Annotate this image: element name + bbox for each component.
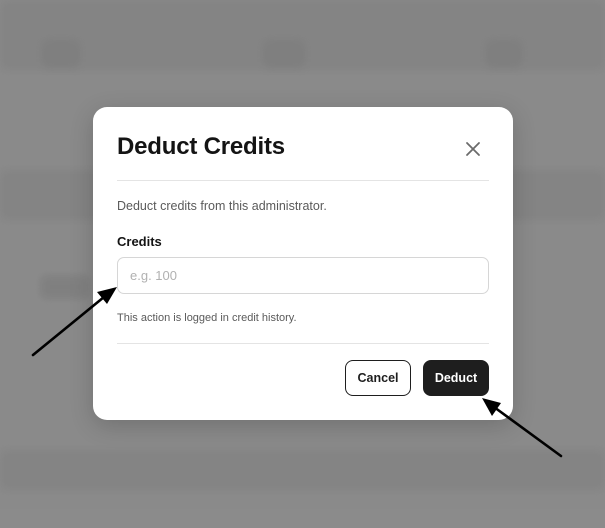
credits-hint: This action is logged in credit history. (117, 312, 297, 324)
deduct-credits-dialog: Deduct Credits Deduct credits from this … (93, 107, 513, 420)
credits-label: Credits (117, 234, 162, 249)
cancel-button[interactable]: Cancel (345, 360, 411, 396)
header-divider (117, 180, 489, 181)
deduct-button[interactable]: Deduct (423, 360, 489, 396)
close-button[interactable] (461, 137, 485, 161)
dialog-title: Deduct Credits (117, 133, 285, 160)
footer-divider (117, 343, 489, 344)
close-icon (466, 142, 480, 156)
credits-input[interactable] (117, 257, 489, 294)
dialog-description: Deduct credits from this administrator. (117, 199, 327, 213)
